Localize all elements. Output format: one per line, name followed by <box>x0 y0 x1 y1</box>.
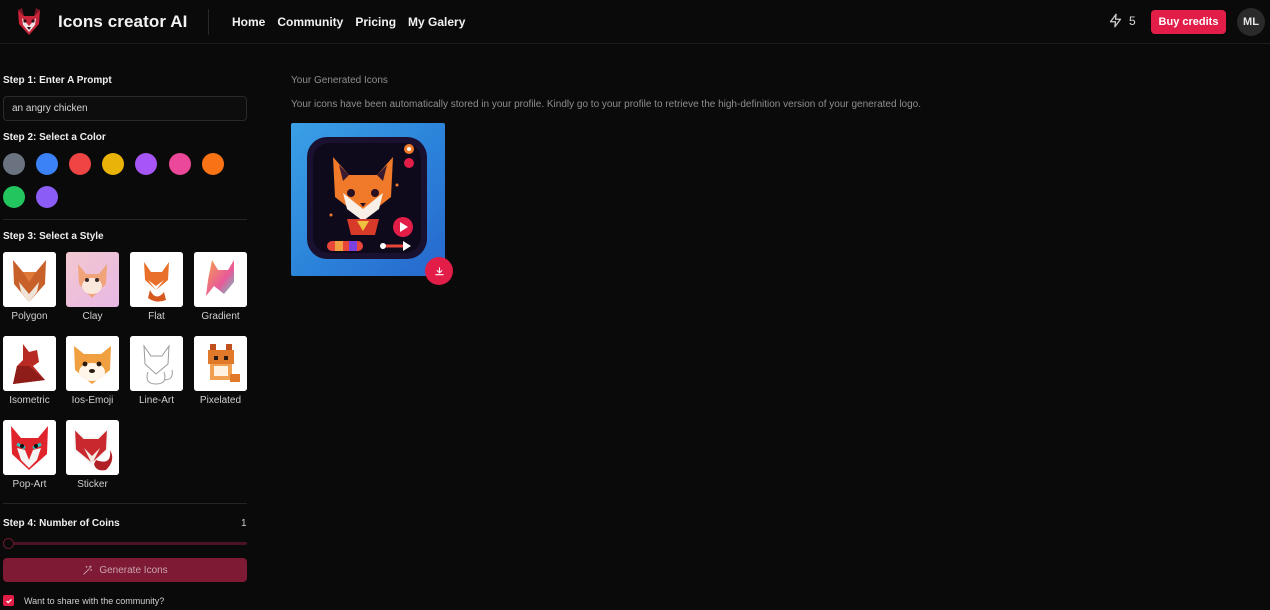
style-sticker[interactable]: Sticker <box>66 420 119 492</box>
check-icon <box>5 598 12 604</box>
style-label: Pixelated <box>199 395 242 406</box>
coins-slider-track[interactable] <box>3 542 247 545</box>
style-label: Ios-Emoji <box>71 395 114 406</box>
style-clay[interactable]: Clay <box>66 252 119 324</box>
style-pop-art[interactable]: Pop-Art <box>3 420 56 492</box>
coins-slider-handle[interactable] <box>3 538 14 549</box>
pixelated-fox-thumbnail <box>194 336 247 391</box>
generated-fox-app-icon <box>307 137 427 259</box>
style-flat[interactable]: Flat <box>130 252 183 324</box>
credits-counter[interactable]: 5 <box>1108 13 1136 28</box>
style-label: Pop-Art <box>12 479 47 490</box>
generated-icons-title: Your Generated Icons <box>291 75 388 86</box>
buy-credits-button[interactable]: Buy credits <box>1151 10 1226 34</box>
step3-label: Step 3: Select a Style <box>3 231 104 242</box>
fox-logo-icon[interactable] <box>14 4 44 38</box>
style-label: Clay <box>82 311 103 322</box>
section-divider <box>3 219 247 220</box>
prompt-input[interactable] <box>3 96 247 121</box>
share-checkbox[interactable] <box>3 595 14 606</box>
style-line-art[interactable]: Line-Art <box>130 336 183 408</box>
storage-note: Your icons have been automatically store… <box>291 99 921 110</box>
flat-fox-thumbnail <box>130 252 183 307</box>
style-ios-emoji[interactable]: Ios-Emoji <box>66 336 119 408</box>
style-pixelated[interactable]: Pixelated <box>194 336 247 408</box>
step1-label: Step 1: Enter A Prompt <box>3 75 112 86</box>
style-polygon[interactable]: Polygon <box>3 252 56 324</box>
color-swatch-purple[interactable] <box>135 153 157 175</box>
header-divider <box>208 9 209 35</box>
credits-count: 5 <box>1129 13 1136 28</box>
color-swatch-violet[interactable] <box>36 186 58 208</box>
color-swatch-yellow[interactable] <box>102 153 124 175</box>
style-label: Line-Art <box>138 395 174 406</box>
pop-art-fox-thumbnail <box>3 420 56 475</box>
color-swatch-blue[interactable] <box>36 153 58 175</box>
step2-label: Step 2: Select a Color <box>3 132 106 143</box>
sticker-fox-thumbnail <box>66 420 119 475</box>
style-isometric[interactable]: Isometric <box>3 336 56 408</box>
step4-label: Step 4: Number of Coins <box>3 518 120 529</box>
gradient-fox-thumbnail <box>194 252 247 307</box>
clay-fox-thumbnail <box>66 252 119 307</box>
style-gradient[interactable]: Gradient <box>194 252 247 324</box>
nav-home[interactable]: Home <box>232 15 265 29</box>
generator-sidebar: Step 1: Enter A Prompt Step 2: Select a … <box>3 52 247 610</box>
style-label: Gradient <box>201 311 240 322</box>
isometric-fox-thumbnail <box>3 336 56 391</box>
avatar[interactable]: ML <box>1237 8 1265 36</box>
generated-icon-card[interactable] <box>291 123 445 276</box>
style-label: Flat <box>148 311 165 322</box>
color-swatch-green[interactable] <box>3 186 25 208</box>
nav-pricing[interactable]: Pricing <box>355 15 396 29</box>
style-label: Sticker <box>77 479 108 490</box>
generate-icons-label: Generate Icons <box>99 564 168 576</box>
top-header: Icons creator AI Home Community Pricing … <box>0 0 1270 44</box>
section-divider <box>3 503 247 504</box>
share-label: Want to share with the community? <box>24 595 165 606</box>
magic-wand-icon <box>83 564 93 575</box>
share-option: Want to share with the community? <box>3 595 164 606</box>
color-swatch-pink[interactable] <box>169 153 191 175</box>
brand-title[interactable]: Icons creator AI <box>58 12 187 32</box>
color-swatch-gray[interactable] <box>3 153 25 175</box>
lightning-icon <box>1109 13 1122 28</box>
nav-my-galery[interactable]: My Galery <box>408 15 465 29</box>
main-nav: Home Community Pricing My Galery <box>232 15 477 29</box>
ios-emoji-fox-thumbnail <box>66 336 119 391</box>
line-art-fox-thumbnail <box>130 336 183 391</box>
polygon-fox-thumbnail <box>3 252 56 307</box>
style-label: Isometric <box>9 395 50 406</box>
color-swatch-red[interactable] <box>69 153 91 175</box>
color-swatch-orange[interactable] <box>202 153 224 175</box>
download-button[interactable] <box>425 257 453 285</box>
generate-icons-button[interactable]: Generate Icons <box>3 558 247 582</box>
coins-value: 1 <box>241 518 247 529</box>
style-label: Polygon <box>11 311 48 322</box>
nav-community[interactable]: Community <box>277 15 343 29</box>
download-icon <box>434 266 444 275</box>
